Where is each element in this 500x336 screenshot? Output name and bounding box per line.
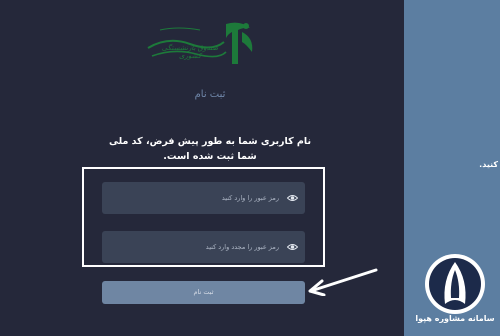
eye-icon[interactable] [287,193,298,203]
registration-panel: صندوق بازنشستگی کشوری ثبت نام نام کاربری… [0,0,404,336]
logo-org-text: صندوق بازنشستگی کشوری [161,44,219,60]
confirm-password-input[interactable] [102,231,305,263]
username-info-message: نام کاربری شما به طور پیش فرض، کد ملی شم… [90,134,330,164]
arrow-pointer-icon [308,268,378,296]
side-panel-text: کنید. [479,160,498,169]
confirm-password-field[interactable] [102,231,305,263]
register-button[interactable]: ثبت نام [102,281,305,304]
eye-icon[interactable] [287,242,298,252]
registration-page: صندوق بازنشستگی کشوری ثبت نام نام کاربری… [0,0,500,336]
password-field[interactable] [102,182,305,214]
page-title: ثبت نام [194,89,226,100]
watermark-text: سامانه مشاوره هپوا [415,314,495,323]
password-input[interactable] [102,182,305,214]
message-line-1: نام کاربری شما به طور پیش فرض، کد ملی [108,136,312,147]
message-line-2: شما ثبت شده است. [163,151,257,162]
